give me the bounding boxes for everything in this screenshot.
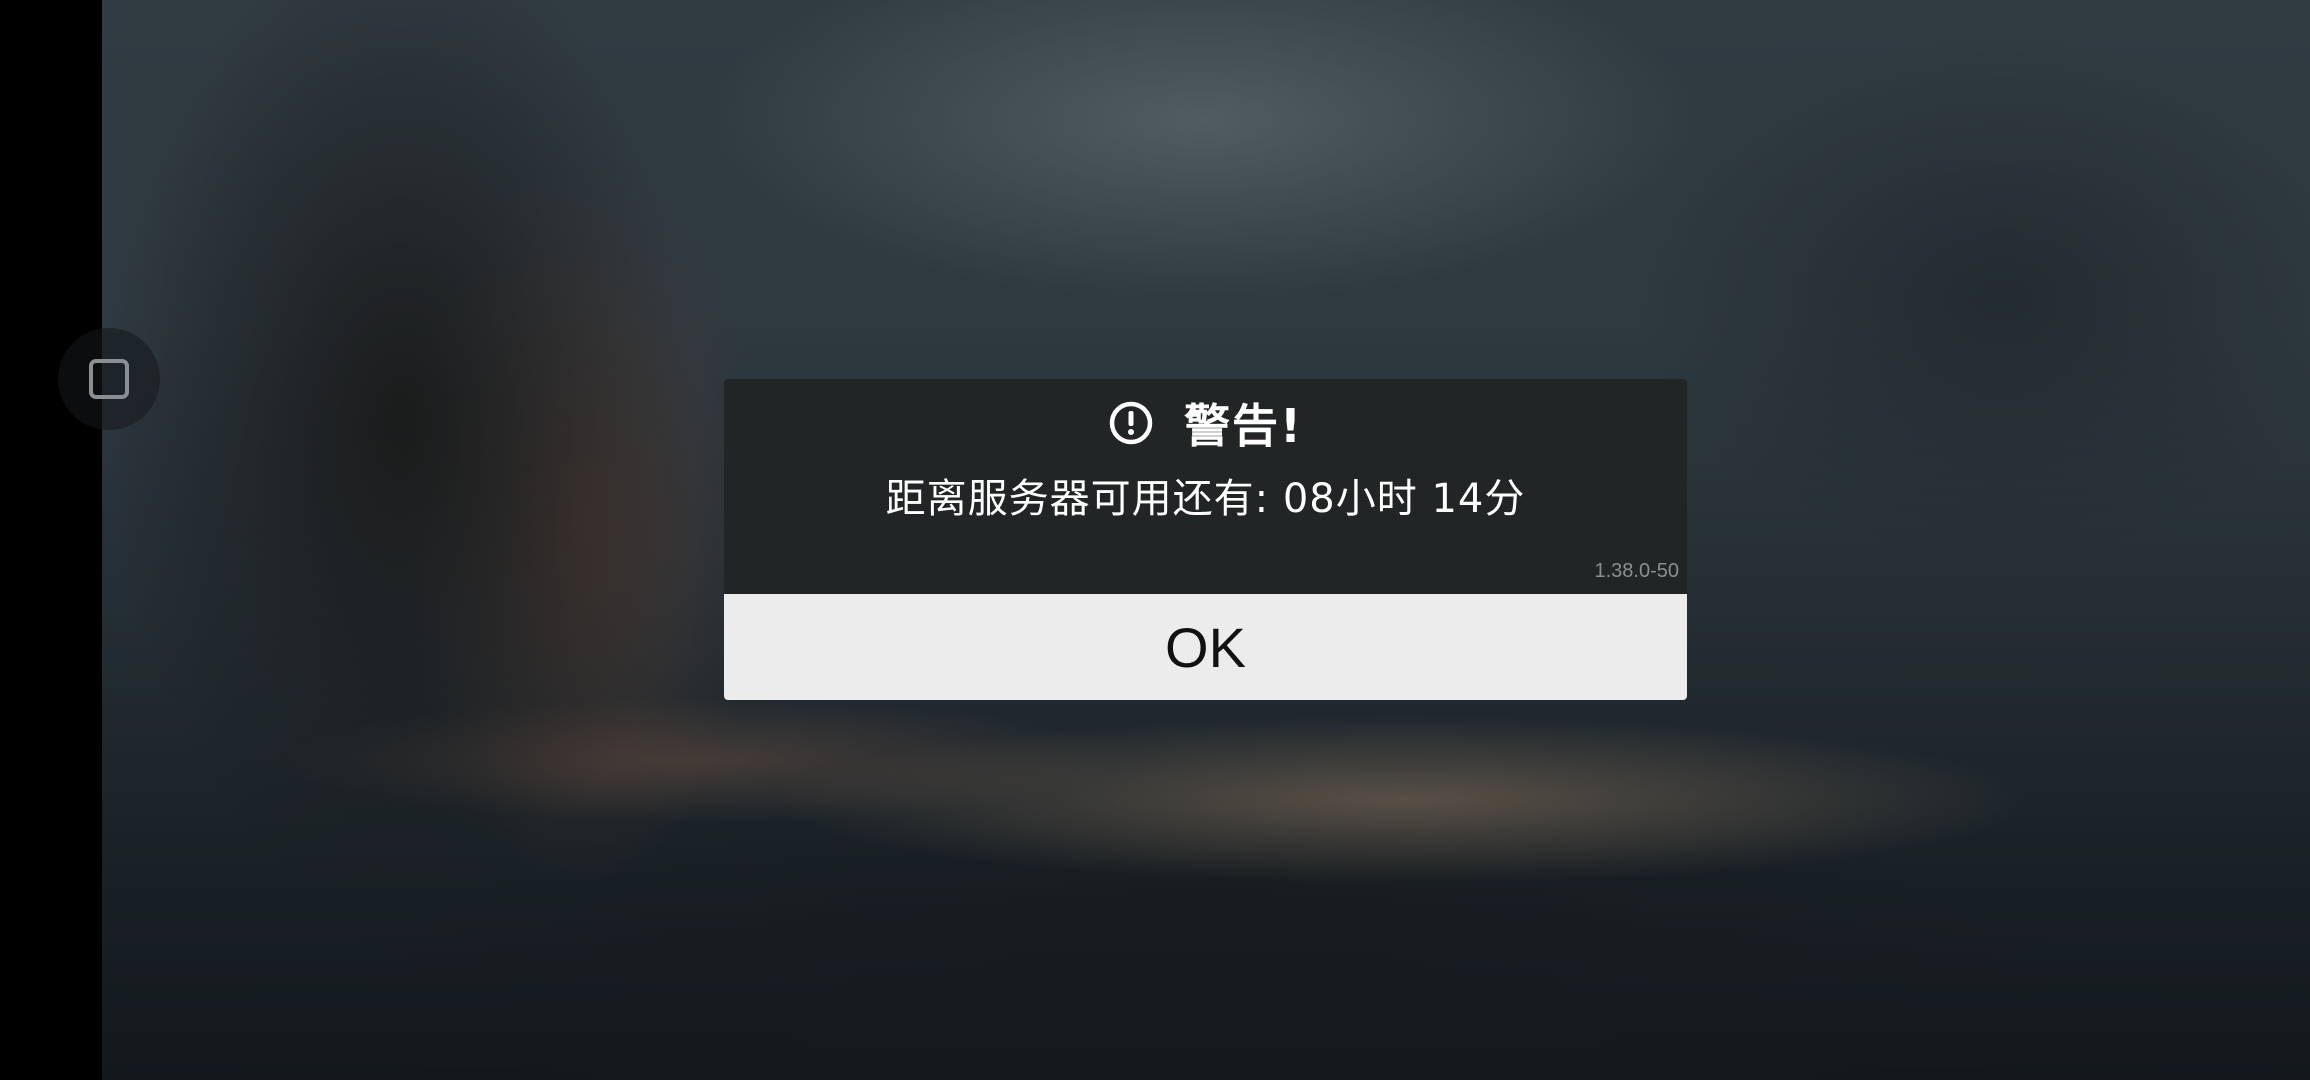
- dialog-title: 警告!: [1184, 399, 1303, 453]
- floating-menu-button[interactable]: [58, 328, 160, 430]
- version-label: 1.38.0-50: [1594, 560, 1679, 582]
- left-black-strip: [0, 0, 102, 1080]
- square-icon: [89, 359, 129, 399]
- warning-dialog: 警告! 距离服务器可用还有: 08小时 14分 1.38.0-50 OK: [724, 379, 1687, 700]
- dialog-title-row: 警告!: [724, 393, 1687, 453]
- ok-button[interactable]: OK: [724, 594, 1687, 700]
- dialog-body: 警告! 距离服务器可用还有: 08小时 14分 1.38.0-50: [724, 379, 1687, 594]
- server-countdown-message: 距离服务器可用还有: 08小时 14分: [885, 476, 1526, 522]
- warning-circle-icon: [1109, 401, 1153, 445]
- game-screen: 警告! 距离服务器可用还有: 08小时 14分 1.38.0-50 OK: [0, 0, 2310, 1080]
